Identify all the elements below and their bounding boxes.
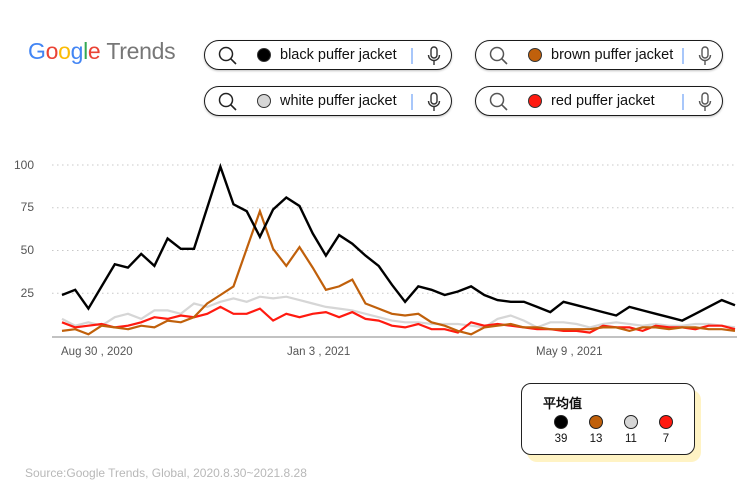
legend-average-value: 39 <box>554 433 568 445</box>
legend-color-dot <box>659 415 673 429</box>
source-caption: Source:Google Trends, Global, 2020.8.30~… <box>25 466 307 480</box>
average-legend: 平均值 39 13 11 7 <box>521 383 695 455</box>
series-line-black-puffer-jacket <box>61 162 736 322</box>
series-line-brown-puffer-jacket <box>61 207 736 336</box>
legend-item: 7 <box>651 415 681 445</box>
legend-color-dot <box>624 415 638 429</box>
legend-average-value: 11 <box>625 433 637 445</box>
legend-item: 13 <box>581 415 611 445</box>
legend-item: 11 <box>616 415 646 445</box>
legend-average-value: 13 <box>589 433 603 445</box>
legend-title: 平均值 <box>543 396 583 411</box>
legend-color-dot <box>554 415 568 429</box>
legend-item: 39 <box>546 415 576 445</box>
legend-average-value: 7 <box>662 433 670 445</box>
legend-color-dot <box>589 415 603 429</box>
